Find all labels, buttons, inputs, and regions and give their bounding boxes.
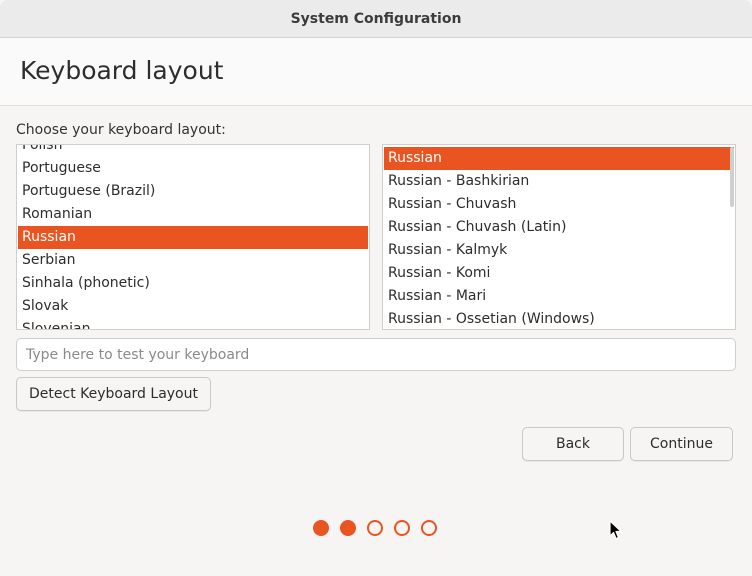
variant-list-item[interactable]: Russian (384, 147, 734, 170)
keyboard-variant-list[interactable]: Russian Russian - Bashkirian Russian - Chu… (382, 144, 736, 330)
variant-list-item[interactable]: Russian - Ossetian (Windows) (384, 308, 734, 329)
detect-keyboard-layout-label: Detect Keyboard Layout (29, 386, 198, 402)
variant-list-item[interactable]: Russian - Chuvash (384, 193, 734, 216)
detect-keyboard-layout-button[interactable]: Detect Keyboard Layout (16, 377, 211, 411)
continue-button[interactable]: Continue (630, 427, 733, 461)
layout-list-item[interactable]: Portuguese (18, 157, 368, 180)
layout-list-item[interactable]: Serbian (18, 249, 368, 272)
variant-list-item[interactable]: Russian - Bashkirian (384, 170, 734, 193)
keyboard-layout-rows: Polish Portuguese Portuguese (Brazil) Roman… (18, 145, 368, 329)
layout-list-item[interactable]: Sinhala (phonetic) (18, 272, 368, 295)
keyboard-test-input[interactable] (16, 338, 736, 371)
variant-list-scrollbar[interactable] (730, 147, 734, 207)
window-titlebar[interactable]: System Configuration (0, 0, 752, 38)
layout-list-item[interactable]: Slovenian (18, 318, 368, 329)
layout-list-item[interactable]: Polish (18, 145, 368, 157)
layout-list-item[interactable]: Portuguese (Brazil) (18, 180, 368, 203)
back-button[interactable]: Back (522, 427, 624, 461)
page-title: Keyboard layout (20, 56, 224, 85)
step-dot-completed (340, 520, 356, 536)
step-progress-indicator (313, 520, 437, 536)
variant-list-item[interactable]: Russian - Mari (384, 285, 734, 308)
continue-button-label: Continue (650, 436, 713, 452)
window-title: System Configuration (290, 10, 462, 27)
step-dot-completed (313, 520, 329, 536)
variant-list-item[interactable]: Russian - Komi (384, 262, 734, 285)
mouse-pointer-icon (609, 520, 622, 540)
keyboard-variant-rows: Russian Russian - Bashkirian Russian - Chu… (384, 147, 734, 329)
layout-list-item[interactable]: Romanian (18, 203, 368, 226)
layout-list-item[interactable]: Russian (18, 226, 368, 249)
step-dot-pending (367, 520, 383, 536)
back-button-label: Back (556, 436, 590, 452)
page-header: Keyboard layout (0, 38, 752, 106)
layout-list-item[interactable]: Slovak (18, 295, 368, 318)
variant-list-item[interactable]: Russian - Kalmyk (384, 239, 734, 262)
step-dot-pending (394, 520, 410, 536)
step-dot-pending (421, 520, 437, 536)
variant-list-item[interactable]: Russian - Chuvash (Latin) (384, 216, 734, 239)
layout-prompt-label: Choose your keyboard layout: (16, 122, 226, 138)
keyboard-layout-list[interactable]: Polish Portuguese Portuguese (Brazil) Roman… (16, 144, 370, 330)
